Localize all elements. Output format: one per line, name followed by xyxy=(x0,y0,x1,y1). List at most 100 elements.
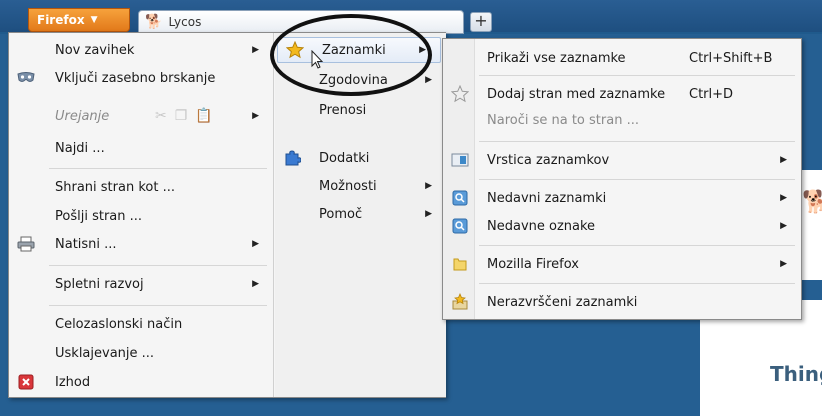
menu-item-options[interactable]: Možnosti ▶ xyxy=(275,173,446,199)
exit-icon xyxy=(17,373,35,391)
copy-icon: ❐ xyxy=(174,108,188,124)
menu-item-label: Prenosi xyxy=(319,102,367,118)
menu-item-downloads[interactable]: Prenosi xyxy=(275,97,446,123)
menu-item-show-all-bookmarks[interactable]: Prikaži vse zaznamke Ctrl+Shift+B xyxy=(443,45,801,71)
submenu-arrow-icon: ▶ xyxy=(425,181,432,191)
menu-item-label: Nerazvrščeni zaznamki xyxy=(487,294,638,310)
menu-item-label: Mozilla Firefox xyxy=(487,256,579,272)
submenu-arrow-icon: ▶ xyxy=(425,75,432,85)
firefox-main-menu: Nov zavihek ▶ Vključi zasebno brskanje U… xyxy=(8,32,446,398)
puzzle-icon xyxy=(283,149,301,167)
firefox-button-label: Firefox xyxy=(37,13,85,27)
menu-item-label: Naroči se na to stran ... xyxy=(487,112,639,128)
submenu-arrow-icon: ▶ xyxy=(780,155,787,165)
menu-item-print[interactable]: Natisni ... ▶ xyxy=(9,231,273,257)
menu-separator xyxy=(479,283,795,284)
shortcut-label: Ctrl+D xyxy=(689,86,734,102)
menu-item-label: Usklajevanje ... xyxy=(55,345,155,361)
menu-item-subscribe[interactable]: Naroči se na to stran ... xyxy=(443,107,801,133)
menu-separator xyxy=(479,245,795,246)
menu-separator xyxy=(49,265,267,266)
shortcut-label: Ctrl+Shift+B xyxy=(689,50,773,66)
menu-item-label: Natisni ... xyxy=(55,236,117,252)
smart-folder-icon xyxy=(451,189,469,207)
private-mask-icon xyxy=(17,69,35,87)
menu-item-addons[interactable]: Dodatki xyxy=(275,145,446,171)
menu-item-label: Zgodovina xyxy=(319,72,388,88)
menu-item-unsorted-bookmarks[interactable]: Nerazvrščeni zaznamki xyxy=(443,289,801,315)
tab-lycos[interactable]: 🐕 Lycos xyxy=(138,10,464,34)
submenu-arrow-icon: ▶ xyxy=(780,193,787,203)
menu-item-label: Celozaslonski način xyxy=(55,316,183,332)
menu-item-exit[interactable]: Izhod xyxy=(9,369,273,395)
menu-item-new-tab[interactable]: Nov zavihek ▶ xyxy=(9,37,273,63)
menu-item-label: Zaznamki xyxy=(322,42,386,58)
bookmarks-toolbar-icon xyxy=(451,151,469,169)
menu-item-label: Shrani stran kot ... xyxy=(55,179,175,195)
menu-item-label: Nedavne oznake xyxy=(487,218,596,234)
page-strip: 🐕 xyxy=(800,170,822,280)
menu-item-label: Dodaj stran med zaznamke xyxy=(487,86,666,102)
menu-item-history[interactable]: Zgodovina ▶ xyxy=(275,67,446,93)
menu-item-label: Pomoč xyxy=(319,206,363,222)
menu-item-label: Dodatki xyxy=(319,150,370,166)
main-menu-left-column: Nov zavihek ▶ Vključi zasebno brskanje U… xyxy=(9,33,274,397)
submenu-arrow-icon: ▶ xyxy=(780,221,787,231)
menu-item-sync[interactable]: Usklajevanje ... xyxy=(9,340,273,366)
menu-item-label: Izhod xyxy=(55,374,91,390)
chevron-down-icon: ▼ xyxy=(90,15,98,25)
menu-item-label: Možnosti xyxy=(319,178,377,194)
new-tab-button[interactable]: + xyxy=(470,12,492,32)
lycos-dog-icon: 🐕 xyxy=(145,14,163,30)
menu-item-send-page[interactable]: Pošlji stran ... xyxy=(9,203,273,229)
menu-separator xyxy=(479,141,795,142)
menu-item-help[interactable]: Pomoč ▶ xyxy=(275,201,446,227)
submenu-arrow-icon: ▶ xyxy=(780,259,787,269)
cut-icon: ✂ xyxy=(155,108,167,124)
star-icon xyxy=(286,41,304,59)
menu-item-recent-bookmarks[interactable]: Nedavni zaznamki ▶ xyxy=(443,185,801,211)
menu-item-label: Vrstica zaznamkov xyxy=(487,152,610,168)
menu-item-fullscreen[interactable]: Celozaslonski način xyxy=(9,311,273,337)
menu-item-save-page[interactable]: Shrani stran kot ... xyxy=(9,174,273,200)
menu-separator xyxy=(479,179,795,180)
menu-item-label: Nov zavihek xyxy=(55,42,135,58)
menu-item-label: Prikaži vse zaznamke xyxy=(487,50,626,66)
menu-item-bookmark-this-page[interactable]: Dodaj stran med zaznamke Ctrl+D xyxy=(443,81,801,107)
lycos-dog-icon: 🐕 xyxy=(802,190,822,215)
submenu-arrow-icon: ▶ xyxy=(252,239,259,249)
menu-item-label: Spletni razvoj xyxy=(55,276,144,292)
firefox-menu-button[interactable]: Firefox ▼ xyxy=(28,8,130,32)
submenu-arrow-icon: ▶ xyxy=(419,45,426,55)
menu-item-web-developer[interactable]: Spletni razvoj ▶ xyxy=(9,271,273,297)
submenu-arrow-icon: ▶ xyxy=(252,111,259,121)
tab-title: Lycos xyxy=(168,15,202,29)
page-heading: Thing xyxy=(770,362,822,386)
smart-folder-icon xyxy=(451,217,469,235)
menu-separator xyxy=(49,168,267,169)
paste-icon: 📋 xyxy=(195,108,213,124)
menu-item-edit[interactable]: Urejanje ✂ ❐ 📋 ▶ xyxy=(9,103,273,129)
menu-separator xyxy=(49,305,267,306)
submenu-arrow-icon: ▶ xyxy=(252,45,259,55)
menu-item-find[interactable]: Najdi ... xyxy=(9,135,273,161)
menu-item-bookmarks[interactable]: Zaznamki ▶ xyxy=(277,37,441,63)
main-menu-right-column: Zaznamki ▶ Zgodovina ▶ Prenosi Dodatki M… xyxy=(275,33,446,397)
submenu-arrow-icon: ▶ xyxy=(425,209,432,219)
unsorted-bookmarks-icon xyxy=(451,293,469,311)
menu-item-mozilla-firefox-folder[interactable]: Mozilla Firefox ▶ xyxy=(443,251,801,277)
star-outline-icon xyxy=(451,85,469,103)
menu-item-label: Vključi zasebno brskanje xyxy=(55,70,216,86)
edit-icons-group: ✂ ❐ 📋 xyxy=(155,108,213,124)
menu-item-bookmarks-toolbar[interactable]: Vrstica zaznamkov ▶ xyxy=(443,147,801,173)
printer-icon xyxy=(17,235,35,253)
folder-icon xyxy=(451,255,469,273)
menu-item-label: Najdi ... xyxy=(55,140,105,156)
menu-item-label: Pošlji stran ... xyxy=(55,208,143,224)
bookmarks-submenu: Prikaži vse zaznamke Ctrl+Shift+B Dodaj … xyxy=(442,38,802,320)
menu-item-recent-tags[interactable]: Nedavne oznake ▶ xyxy=(443,213,801,239)
submenu-arrow-icon: ▶ xyxy=(252,279,259,289)
menu-separator xyxy=(479,75,795,76)
mouse-cursor-icon xyxy=(311,50,324,69)
menu-item-private-browsing[interactable]: Vključi zasebno brskanje xyxy=(9,65,273,91)
